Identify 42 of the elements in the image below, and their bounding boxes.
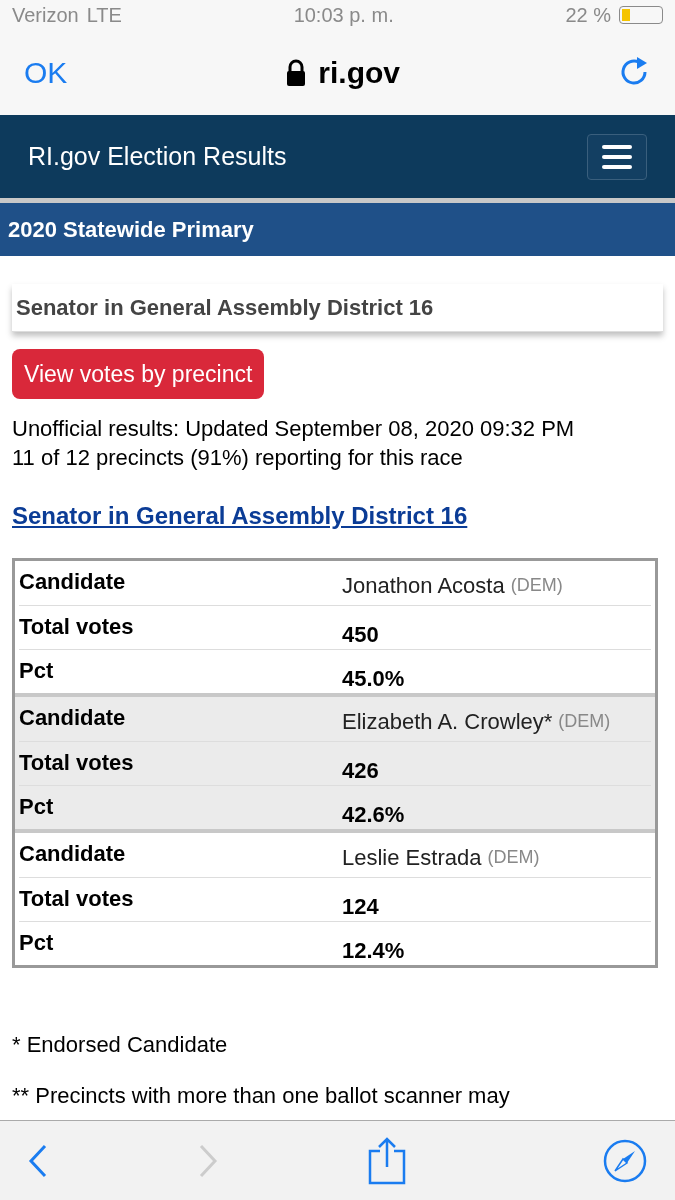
table-cell-text: Total votes bbox=[19, 749, 135, 777]
table-cell-text: Pct bbox=[19, 657, 55, 685]
table-cell-text: 12.4% bbox=[342, 937, 406, 965]
table-cell-text: Pct bbox=[19, 929, 55, 957]
network-type: LTE bbox=[86, 3, 122, 28]
lock-icon bbox=[286, 58, 307, 87]
table-cell-text: 450 bbox=[342, 621, 380, 649]
done-button[interactable]: OK bbox=[24, 50, 68, 95]
candidate-name: Jonathon Acosta bbox=[342, 572, 505, 600]
race-link[interactable]: Senator in General Assembly District 16 bbox=[12, 498, 468, 534]
precinct-button[interactable]: View votes by precinct bbox=[12, 349, 265, 399]
table-cell-text: Candidate bbox=[19, 704, 127, 732]
battery-icon bbox=[619, 6, 663, 24]
back-button[interactable] bbox=[28, 1143, 48, 1178]
race-title: Senator in General Assembly District 16 bbox=[16, 294, 434, 322]
party-label: (DEM) bbox=[510, 574, 563, 597]
clock-time: 10:03 p. m. bbox=[293, 3, 394, 28]
table-cell-text: Candidate bbox=[19, 840, 127, 868]
footnote-text: ** Precincts with more than one ballot scanner may bbox=[12, 1082, 511, 1110]
site-title[interactable]: RI.gov Election Results bbox=[28, 137, 287, 176]
results-info-text: 11 of 12 precincts (91%) reporting for this race bbox=[12, 444, 464, 472]
results-info-text: Unofficial results: Updated September 08, 2020 09:32 PM bbox=[12, 415, 576, 443]
table-cell-text: 124 bbox=[342, 893, 380, 921]
candidate-name: Leslie Estrada bbox=[342, 844, 482, 872]
table-cell-text: Pct bbox=[19, 793, 55, 821]
party-label: (DEM) bbox=[487, 846, 540, 869]
address-text[interactable]: ri.gov bbox=[318, 50, 400, 95]
table-cell-text: Candidate bbox=[19, 568, 127, 596]
compass-button[interactable] bbox=[603, 1138, 647, 1183]
table-cell-text: 45.0% bbox=[342, 665, 406, 693]
table-cell-text: 42.6% bbox=[342, 801, 406, 829]
menu-button[interactable] bbox=[587, 133, 647, 180]
share-button[interactable] bbox=[368, 1136, 406, 1185]
footnote-text: * Endorsed Candidate bbox=[12, 1031, 229, 1059]
election-title: 2020 Statewide Primary bbox=[8, 216, 254, 244]
table-cell-text: Total votes bbox=[19, 613, 135, 641]
party-label: (DEM) bbox=[558, 710, 611, 733]
battery-percent: 22 % bbox=[565, 3, 611, 28]
carrier-name: Verizon bbox=[12, 3, 79, 28]
candidate-name: Elizabeth A. Crowley* bbox=[342, 708, 553, 736]
table-cell-text: Total votes bbox=[19, 885, 135, 913]
table-cell-text: 426 bbox=[342, 757, 380, 785]
